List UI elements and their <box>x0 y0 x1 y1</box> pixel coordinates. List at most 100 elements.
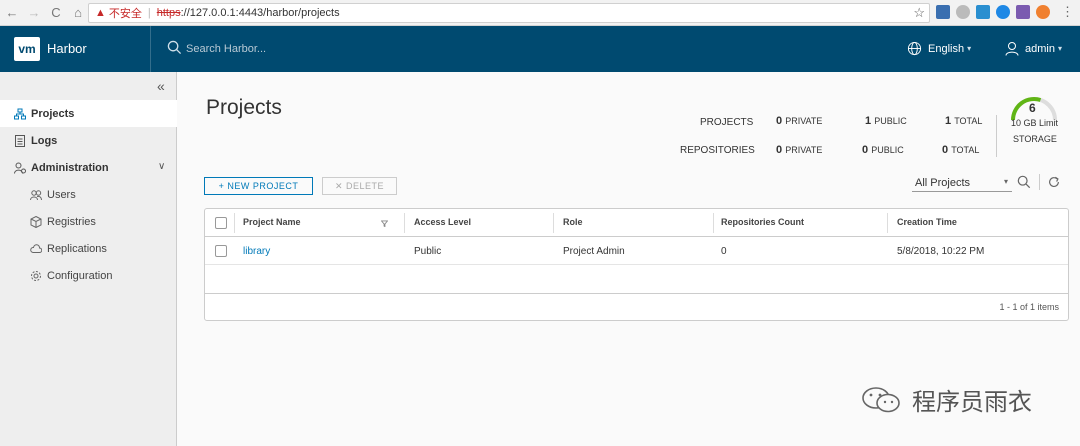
sidebar-item-label: Users <box>47 188 76 201</box>
access-level-cell: Public <box>414 246 442 257</box>
storage-limit-label: 10 GB Limit <box>1011 118 1059 128</box>
extension-box-icon[interactable] <box>1016 5 1030 19</box>
insecure-label: 不安全 <box>108 8 142 20</box>
extension-icons <box>936 5 1050 19</box>
app-header: vm Harbor English ▾ admin ▾ <box>0 26 1080 72</box>
sidebar-item-registries[interactable]: Registries <box>0 208 177 235</box>
table-footer: 1 - 1 of 1 items <box>205 293 1068 320</box>
column-header-role[interactable]: Role <box>563 217 583 227</box>
select-all-checkbox[interactable] <box>215 217 227 229</box>
row-checkbox[interactable] <box>215 245 227 257</box>
sidebar-item-administration[interactable]: Administration ∨ <box>0 154 177 181</box>
sidebar-item-label: Registries <box>47 215 96 228</box>
chevron-down-icon[interactable]: ∨ <box>158 161 165 172</box>
back-icon[interactable]: ← <box>2 3 22 23</box>
sidebar-item-label: Logs <box>31 134 58 147</box>
storage-used-value: 6 <box>1029 101 1036 115</box>
collapse-sidebar-icon[interactable]: « <box>157 78 165 94</box>
table-header: Project Name Access Level Role Repositor… <box>205 209 1068 237</box>
search-input[interactable] <box>186 40 386 58</box>
watermark-text: 程序员雨衣 <box>912 389 1032 416</box>
projects-table: Project Name Access Level Role Repositor… <box>204 208 1069 321</box>
sidebar-item-logs[interactable]: Logs <box>0 127 177 154</box>
extension-circle-icon[interactable] <box>956 5 970 19</box>
search-icon[interactable] <box>1017 175 1031 189</box>
warning-icon: ▲ <box>95 7 106 19</box>
wechat-watermark: 程序员雨衣 <box>860 382 1032 417</box>
registries-icon <box>30 215 42 228</box>
new-project-button[interactable]: + NEW PROJECT <box>204 177 313 195</box>
header-divider <box>150 26 151 72</box>
extension-download-icon[interactable] <box>936 5 950 19</box>
chevron-down-icon: ▾ <box>967 44 972 53</box>
column-header-access-level[interactable]: Access Level <box>414 217 471 227</box>
users-icon <box>30 189 42 201</box>
stats-divider <box>996 115 997 157</box>
role-cell: Project Admin <box>563 246 625 257</box>
refresh-icon[interactable] <box>1047 175 1061 189</box>
chevron-down-icon: ▾ <box>1003 177 1008 186</box>
home-icon[interactable]: ⌂ <box>68 3 88 23</box>
repositories-stat-label: REPOSITORIES <box>680 145 755 156</box>
column-divider <box>887 213 888 233</box>
administration-icon <box>14 162 26 174</box>
vmware-logo[interactable]: vm <box>14 37 40 61</box>
address-bar[interactable]: ▲ 不安全 | https ://127.0.0.1:4443/harbor/p… <box>88 3 930 23</box>
repos-total-count: 0 TOTAL <box>942 144 980 156</box>
user-menu[interactable]: admin ▾ <box>1005 41 1062 56</box>
repos-public-count: 0 PUBLIC <box>862 144 904 156</box>
repositories-count-cell: 0 <box>721 246 727 257</box>
table-row[interactable]: library Public Project Admin 0 5/8/2018,… <box>205 237 1068 265</box>
user-icon <box>1005 42 1019 56</box>
brand-name[interactable]: Harbor <box>47 41 87 56</box>
configuration-icon <box>30 270 42 282</box>
forward-icon[interactable]: → <box>24 3 44 23</box>
extension-orange-icon[interactable] <box>1036 5 1050 19</box>
projects-icon <box>14 108 26 120</box>
language-label: English <box>928 42 965 55</box>
projects-stat-label: PROJECTS <box>700 117 754 128</box>
sidebar-item-replications[interactable]: Replications <box>0 235 177 262</box>
sidebar-item-projects[interactable]: Projects <box>0 100 177 127</box>
sidebar-item-label: Administration <box>31 161 109 174</box>
sidebar: « Projects Logs Administration ∨ Users R… <box>0 72 177 446</box>
column-divider <box>553 213 554 233</box>
url-text: ://127.0.0.1:4443/harbor/projects <box>180 7 340 19</box>
url-scheme: https <box>156 7 181 19</box>
sidebar-item-label: Replications <box>47 242 107 255</box>
wechat-logo-icon <box>862 386 900 412</box>
browser-menu-icon[interactable]: ⋮ <box>1061 4 1074 20</box>
page-title: Projects <box>206 96 282 119</box>
search-icon <box>167 40 182 55</box>
storage-label: STORAGE <box>1013 134 1057 144</box>
sidebar-item-configuration[interactable]: Configuration <box>0 262 177 289</box>
column-header-project-name[interactable]: Project Name <box>243 217 301 227</box>
column-divider <box>404 213 405 233</box>
replications-icon <box>30 243 42 255</box>
extension-refresh-icon[interactable] <box>996 5 1010 19</box>
delete-button[interactable]: ✕ DELETE <box>322 177 397 195</box>
project-filter-select[interactable]: All Projects ▾ <box>912 174 1012 192</box>
chevron-down-icon: ▾ <box>1057 44 1062 53</box>
pagination-info: 1 - 1 of 1 items <box>999 302 1059 312</box>
username-label: admin <box>1025 42 1055 55</box>
column-header-creation-time[interactable]: Creation Time <box>897 217 957 227</box>
language-selector[interactable]: English ▾ <box>907 41 971 56</box>
logs-icon <box>14 134 26 147</box>
column-divider <box>234 213 235 233</box>
column-divider <box>713 213 714 233</box>
project-name-link[interactable]: library <box>243 246 270 257</box>
extension-s-icon[interactable] <box>976 5 990 19</box>
filter-icon[interactable] <box>381 220 388 227</box>
repos-private-count: 0 PRIVATE <box>776 144 823 156</box>
sidebar-item-users[interactable]: Users <box>0 181 177 208</box>
sidebar-item-label: Configuration <box>47 269 113 282</box>
globe-icon <box>907 41 922 56</box>
sidebar-item-label: Projects <box>31 107 75 120</box>
browser-toolbar: ← → C ⌂ ▲ 不安全 | https ://127.0.0.1:4443/… <box>0 0 1080 26</box>
reload-icon[interactable]: C <box>46 3 66 23</box>
projects-public-count: 1 PUBLIC <box>865 115 907 127</box>
column-header-repositories-count[interactable]: Repositories Count <box>721 217 804 227</box>
projects-total-count: 1 TOTAL <box>945 115 983 127</box>
bookmark-star-icon[interactable]: ☆ <box>913 5 925 21</box>
